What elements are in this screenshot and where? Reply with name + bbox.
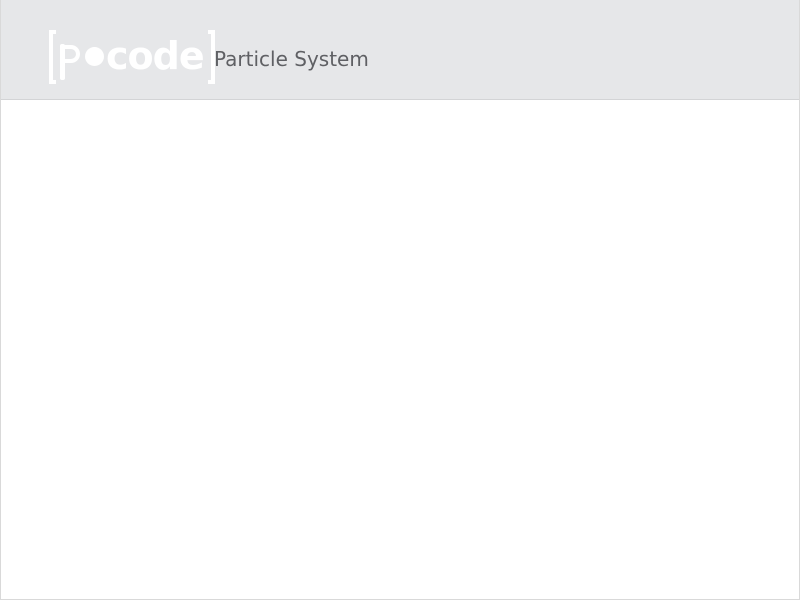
app-header: code Particle System (1, 0, 799, 100)
page-title: Particle System (214, 47, 369, 71)
logo-left-bracket (49, 30, 56, 84)
particle-system-canvas[interactable] (1, 100, 799, 599)
logo-text: code (106, 34, 205, 78)
logo-p-glyph (60, 44, 84, 80)
logo-wordmark: code (60, 30, 205, 84)
app-window: code Particle System (0, 0, 800, 600)
logo-dot-icon (85, 47, 104, 66)
pocode-logo: code (49, 30, 215, 84)
